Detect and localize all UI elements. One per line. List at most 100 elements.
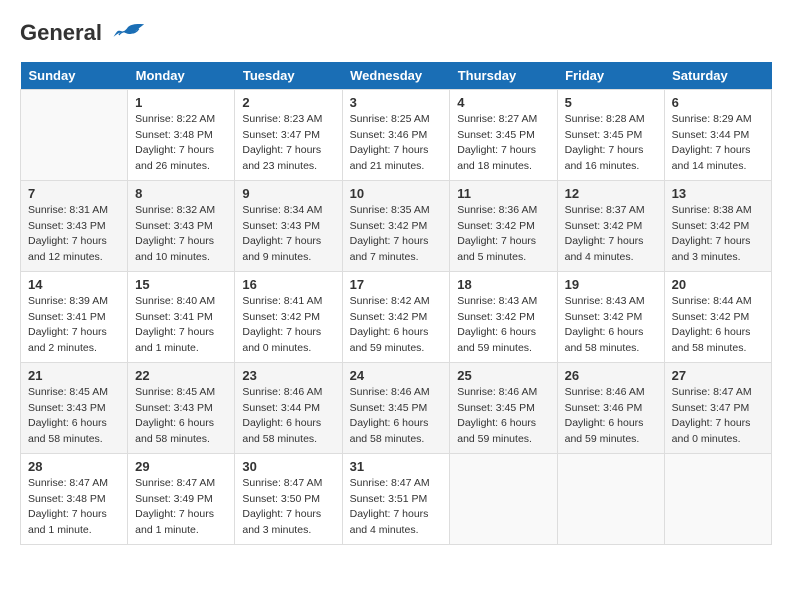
logo-text: General [20, 20, 146, 50]
day-header-wednesday: Wednesday [342, 62, 450, 90]
day-info: Sunrise: 8:27 AMSunset: 3:45 PMDaylight:… [457, 112, 549, 175]
day-header-saturday: Saturday [664, 62, 771, 90]
day-number: 1 [135, 95, 227, 110]
day-info: Sunrise: 8:34 AMSunset: 3:43 PMDaylight:… [242, 203, 334, 266]
empty-day [557, 453, 664, 544]
calendar-day-9: 9 Sunrise: 8:34 AMSunset: 3:43 PMDaylight… [235, 180, 342, 271]
day-number: 12 [565, 186, 657, 201]
empty-day [21, 89, 128, 180]
day-header-tuesday: Tuesday [235, 62, 342, 90]
day-number: 31 [350, 459, 443, 474]
day-info: Sunrise: 8:40 AMSunset: 3:41 PMDaylight:… [135, 294, 227, 357]
calendar-day-1: 1Sunrise: 8:22 AMSunset: 3:48 PMDaylight… [128, 89, 235, 180]
day-number: 14 [28, 277, 120, 292]
day-number: 17 [350, 277, 443, 292]
day-info: Sunrise: 8:47 AMSunset: 3:48 PMDaylight:… [28, 476, 120, 539]
calendar-day-17: 17 Sunrise: 8:42 AMSunset: 3:42 PMDayligh… [342, 271, 450, 362]
calendar-day-13: 13Sunrise: 8:38 AMSunset: 3:42 PMDayligh… [664, 180, 771, 271]
calendar-day-26: 26Sunrise: 8:46 AMSunset: 3:46 PMDayligh… [557, 362, 664, 453]
logo: General [20, 20, 146, 46]
calendar-day-24: 24Sunrise: 8:46 AMSunset: 3:45 PMDayligh… [342, 362, 450, 453]
day-info: Sunrise: 8:39 AMSunset: 3:41 PMDaylight:… [28, 294, 120, 357]
day-number: 10 [350, 186, 443, 201]
calendar-week-row: 14 Sunrise: 8:39 AMSunset: 3:41 PMDayligh… [21, 271, 772, 362]
day-number: 29 [135, 459, 227, 474]
calendar-week-row: 1Sunrise: 8:22 AMSunset: 3:48 PMDaylight… [21, 89, 772, 180]
day-number: 5 [565, 95, 657, 110]
calendar-day-18: 18 Sunrise: 8:43 AMSunset: 3:42 PMDayligh… [450, 271, 557, 362]
day-number: 9 [242, 186, 334, 201]
calendar-day-19: 19 Sunrise: 8:43 AMSunset: 3:42 PMDayligh… [557, 271, 664, 362]
day-header-sunday: Sunday [21, 62, 128, 90]
day-info: Sunrise: 8:43 AMSunset: 3:42 PMDaylight:… [565, 294, 657, 357]
calendar-day-6: 6 Sunrise: 8:29 AMSunset: 3:44 PMDaylight… [664, 89, 771, 180]
day-number: 30 [242, 459, 334, 474]
day-info: Sunrise: 8:46 AMSunset: 3:45 PMDaylight:… [350, 385, 443, 448]
day-number: 27 [672, 368, 764, 383]
calendar-day-21: 21 Sunrise: 8:45 AMSunset: 3:43 PMDayligh… [21, 362, 128, 453]
day-number: 7 [28, 186, 120, 201]
day-info: Sunrise: 8:42 AMSunset: 3:42 PMDaylight:… [350, 294, 443, 357]
day-number: 19 [565, 277, 657, 292]
day-number: 8 [135, 186, 227, 201]
calendar-day-11: 11 Sunrise: 8:36 AMSunset: 3:42 PMDayligh… [450, 180, 557, 271]
day-header-monday: Monday [128, 62, 235, 90]
day-info: Sunrise: 8:44 AMSunset: 3:42 PMDaylight:… [672, 294, 764, 357]
calendar-day-22: 22Sunrise: 8:45 AMSunset: 3:43 PMDayligh… [128, 362, 235, 453]
day-info: Sunrise: 8:29 AMSunset: 3:44 PMDaylight:… [672, 112, 764, 175]
page-header: General [20, 20, 772, 46]
day-info: Sunrise: 8:35 AMSunset: 3:42 PMDaylight:… [350, 203, 443, 266]
calendar-day-23: 23 Sunrise: 8:46 AMSunset: 3:44 PMDayligh… [235, 362, 342, 453]
day-info: Sunrise: 8:45 AMSunset: 3:43 PMDaylight:… [28, 385, 120, 448]
day-number: 22 [135, 368, 227, 383]
empty-day [450, 453, 557, 544]
logo-bird-icon [110, 22, 146, 50]
calendar-day-25: 25 Sunrise: 8:46 AMSunset: 3:45 PMDayligh… [450, 362, 557, 453]
day-info: Sunrise: 8:47 AMSunset: 3:50 PMDaylight:… [242, 476, 334, 539]
day-info: Sunrise: 8:41 AMSunset: 3:42 PMDaylight:… [242, 294, 334, 357]
day-number: 28 [28, 459, 120, 474]
day-info: Sunrise: 8:38 AMSunset: 3:42 PMDaylight:… [672, 203, 764, 266]
day-info: Sunrise: 8:36 AMSunset: 3:42 PMDaylight:… [457, 203, 549, 266]
calendar-header-row: SundayMondayTuesdayWednesdayThursdayFrid… [21, 62, 772, 90]
day-number: 25 [457, 368, 549, 383]
calendar-day-12: 12Sunrise: 8:37 AMSunset: 3:42 PMDayligh… [557, 180, 664, 271]
day-info: Sunrise: 8:46 AMSunset: 3:45 PMDaylight:… [457, 385, 549, 448]
day-number: 15 [135, 277, 227, 292]
calendar-day-27: 27Sunrise: 8:47 AMSunset: 3:47 PMDayligh… [664, 362, 771, 453]
calendar-day-30: 30 Sunrise: 8:47 AMSunset: 3:50 PMDayligh… [235, 453, 342, 544]
day-header-thursday: Thursday [450, 62, 557, 90]
empty-day [664, 453, 771, 544]
calendar-day-10: 10 Sunrise: 8:35 AMSunset: 3:42 PMDayligh… [342, 180, 450, 271]
calendar-day-14: 14 Sunrise: 8:39 AMSunset: 3:41 PMDayligh… [21, 271, 128, 362]
day-info: Sunrise: 8:28 AMSunset: 3:45 PMDaylight:… [565, 112, 657, 175]
calendar-week-row: 28 Sunrise: 8:47 AMSunset: 3:48 PMDayligh… [21, 453, 772, 544]
calendar-day-20: 20 Sunrise: 8:44 AMSunset: 3:42 PMDayligh… [664, 271, 771, 362]
day-number: 6 [672, 95, 764, 110]
day-info: Sunrise: 8:25 AMSunset: 3:46 PMDaylight:… [350, 112, 443, 175]
calendar-day-28: 28 Sunrise: 8:47 AMSunset: 3:48 PMDayligh… [21, 453, 128, 544]
day-number: 21 [28, 368, 120, 383]
calendar-day-7: 7Sunrise: 8:31 AMSunset: 3:43 PMDaylight… [21, 180, 128, 271]
day-info: Sunrise: 8:43 AMSunset: 3:42 PMDaylight:… [457, 294, 549, 357]
day-number: 2 [242, 95, 334, 110]
day-info: Sunrise: 8:46 AMSunset: 3:46 PMDaylight:… [565, 385, 657, 448]
day-info: Sunrise: 8:47 AMSunset: 3:51 PMDaylight:… [350, 476, 443, 539]
day-header-friday: Friday [557, 62, 664, 90]
calendar-day-2: 2 Sunrise: 8:23 AMSunset: 3:47 PMDaylight… [235, 89, 342, 180]
day-number: 18 [457, 277, 549, 292]
calendar-day-29: 29 Sunrise: 8:47 AMSunset: 3:49 PMDayligh… [128, 453, 235, 544]
day-number: 11 [457, 186, 549, 201]
calendar-day-16: 16Sunrise: 8:41 AMSunset: 3:42 PMDayligh… [235, 271, 342, 362]
day-info: Sunrise: 8:23 AMSunset: 3:47 PMDaylight:… [242, 112, 334, 175]
day-number: 23 [242, 368, 334, 383]
day-info: Sunrise: 8:46 AMSunset: 3:44 PMDaylight:… [242, 385, 334, 448]
calendar-day-4: 4Sunrise: 8:27 AMSunset: 3:45 PMDaylight… [450, 89, 557, 180]
calendar-week-row: 21 Sunrise: 8:45 AMSunset: 3:43 PMDayligh… [21, 362, 772, 453]
calendar-day-31: 31 Sunrise: 8:47 AMSunset: 3:51 PMDayligh… [342, 453, 450, 544]
day-info: Sunrise: 8:47 AMSunset: 3:49 PMDaylight:… [135, 476, 227, 539]
calendar-day-15: 15 Sunrise: 8:40 AMSunset: 3:41 PMDayligh… [128, 271, 235, 362]
calendar-day-5: 5 Sunrise: 8:28 AMSunset: 3:45 PMDaylight… [557, 89, 664, 180]
day-number: 20 [672, 277, 764, 292]
calendar-week-row: 7Sunrise: 8:31 AMSunset: 3:43 PMDaylight… [21, 180, 772, 271]
